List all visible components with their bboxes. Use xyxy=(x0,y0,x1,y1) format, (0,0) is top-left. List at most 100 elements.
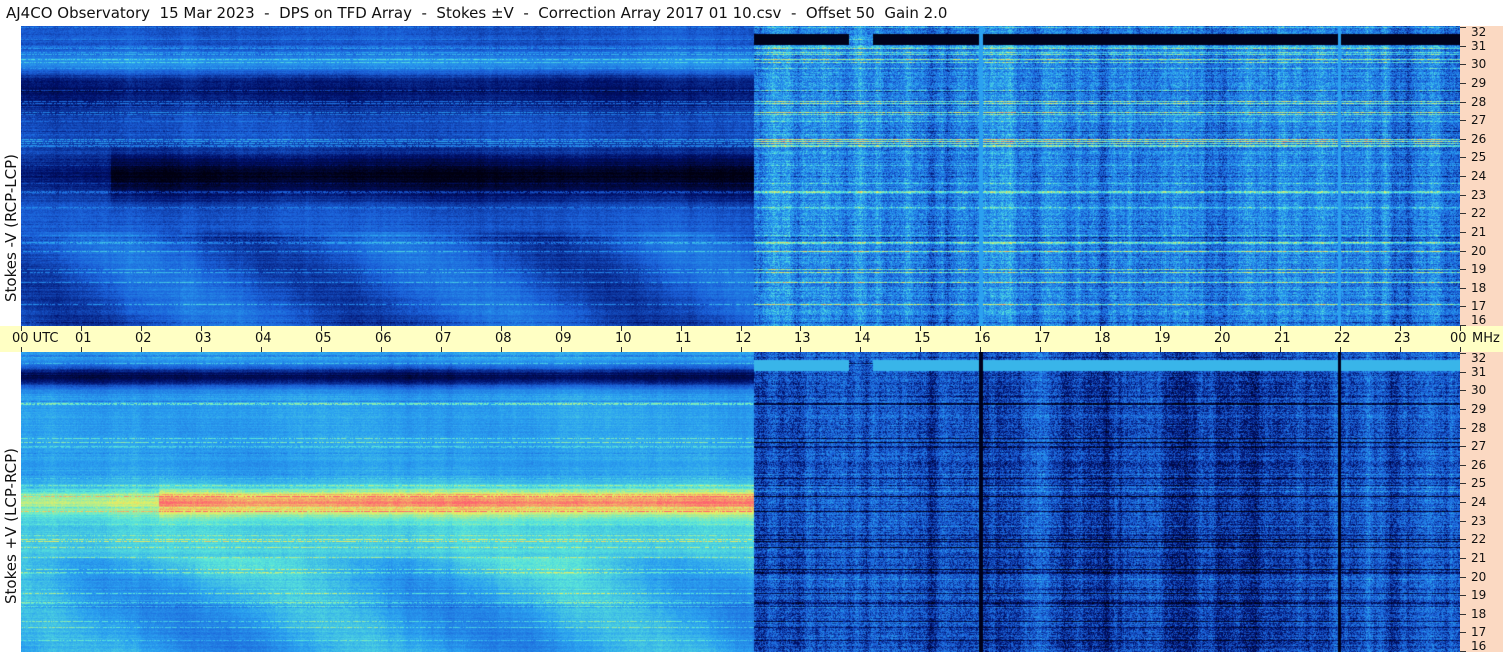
freq-tick-mark xyxy=(1460,176,1466,177)
time-tick-label: 11 xyxy=(675,331,692,346)
freq-tick-mark xyxy=(1460,120,1466,121)
freq-tick-label: 32 xyxy=(1471,351,1487,365)
freq-tick-label: 16 xyxy=(1471,639,1487,653)
top-spectrogram xyxy=(21,26,1460,326)
freq-tick-label: 26 xyxy=(1471,458,1487,472)
freq-tick-label: 26 xyxy=(1471,132,1487,146)
freq-tick-mark xyxy=(1460,139,1466,140)
time-tick-label: 21 xyxy=(1274,331,1291,346)
freq-tick-label: 30 xyxy=(1471,57,1487,71)
freq-tick-label: 22 xyxy=(1471,532,1487,546)
freq-tick-mark xyxy=(1460,465,1466,466)
freq-tick-label: 29 xyxy=(1471,402,1487,416)
time-tick-label: 16 xyxy=(974,331,991,346)
freq-tick-mark xyxy=(1460,46,1466,47)
freq-tick-label: 25 xyxy=(1471,150,1487,164)
freq-tick-label: 19 xyxy=(1471,588,1487,602)
time-tick-label: 02 xyxy=(135,331,152,346)
time-tick-label: 06 xyxy=(375,331,392,346)
freq-tick-label: 17 xyxy=(1471,625,1487,639)
time-tick-label: 00 UTC xyxy=(12,331,59,346)
freq-tick-mark xyxy=(1460,27,1466,28)
freq-tick-mark xyxy=(1460,195,1466,196)
top-frequency-axis: 16 17 18 19 20 21 22 23 24 25 26 27 28 29 30 31 32 xyxy=(1460,26,1503,326)
freq-tick-mark xyxy=(1460,102,1466,103)
freq-tick-label: 25 xyxy=(1471,476,1487,490)
freq-tick-mark xyxy=(1460,251,1466,252)
top-ylabel-strip: Stokes -V (RCP-LCP) xyxy=(0,26,21,326)
chart-title: AJ4CO Observatory 15 Mar 2023 - DPS on T… xyxy=(0,0,1460,26)
freq-tick-mark xyxy=(1460,521,1466,522)
bottom-spectrogram-canvas xyxy=(21,352,1460,652)
freq-tick-mark xyxy=(1460,269,1466,270)
freq-tick-mark xyxy=(1460,306,1466,307)
freq-tick-mark xyxy=(1460,428,1466,429)
freq-tick-label: 23 xyxy=(1471,514,1487,528)
time-tick-label: 14 xyxy=(854,331,871,346)
freq-tick-label: 27 xyxy=(1471,439,1487,453)
time-tick-label: 07 xyxy=(435,331,452,346)
freq-tick-label: 27 xyxy=(1471,113,1487,127)
freq-tick-mark xyxy=(1460,446,1466,447)
freq-tick-mark xyxy=(1460,614,1466,615)
freq-tick-label: 22 xyxy=(1471,206,1487,220)
time-tick-label: 23 xyxy=(1394,331,1411,346)
time-tick-label: 19 xyxy=(1154,331,1171,346)
freq-tick-mark xyxy=(1460,483,1466,484)
time-tick-label: 17 xyxy=(1034,331,1051,346)
freq-tick-label: 21 xyxy=(1471,225,1487,239)
freq-tick-label: 21 xyxy=(1471,551,1487,565)
freq-tick-label: 29 xyxy=(1471,76,1487,90)
time-tick-label: 00 xyxy=(1450,331,1467,346)
time-tick-label: 22 xyxy=(1334,331,1351,346)
freq-tick-label: 18 xyxy=(1471,281,1487,295)
time-tick-label: 09 xyxy=(555,331,572,346)
time-tick-label: 01 xyxy=(75,331,92,346)
freq-tick-mark xyxy=(1460,372,1466,373)
freq-tick-mark xyxy=(1460,64,1466,65)
freq-tick-label: 31 xyxy=(1471,365,1487,379)
bottom-frequency-axis: 16 17 18 19 20 21 22 23 24 25 26 27 28 29 30 31 32 xyxy=(1460,352,1503,652)
freq-tick-mark xyxy=(1460,353,1466,354)
freq-tick-mark xyxy=(1460,83,1466,84)
time-tick-label: 05 xyxy=(315,331,332,346)
freq-tick-label: 20 xyxy=(1471,244,1487,258)
freq-tick-mark xyxy=(1460,502,1466,503)
freq-tick-mark xyxy=(1460,288,1466,289)
freq-tick-mark xyxy=(1460,390,1466,391)
time-tick-label: 04 xyxy=(255,331,272,346)
freq-tick-label: 24 xyxy=(1471,169,1487,183)
freq-tick-mark xyxy=(1460,595,1466,596)
time-tick-label: 08 xyxy=(495,331,512,346)
freq-tick-label: 31 xyxy=(1471,39,1487,53)
freq-tick-mark xyxy=(1460,651,1466,652)
freq-tick-label: 23 xyxy=(1471,188,1487,202)
time-tick-label: 10 xyxy=(615,331,632,346)
time-tick-label: 12 xyxy=(735,331,752,346)
freq-tick-label: 28 xyxy=(1471,95,1487,109)
freq-tick-label: 19 xyxy=(1471,262,1487,276)
top-panel-ylabel: Stokes -V (RCP-LCP) xyxy=(2,154,20,302)
time-tick-label: 20 xyxy=(1214,331,1231,346)
time-tick-label: 03 xyxy=(195,331,212,346)
freq-tick-mark xyxy=(1460,213,1466,214)
freq-tick-label: 17 xyxy=(1471,299,1487,313)
freq-tick-mark xyxy=(1460,157,1466,158)
freq-tick-label: 28 xyxy=(1471,421,1487,435)
time-tick-label: 15 xyxy=(914,331,931,346)
bottom-ylabel-strip: Stokes +V (LCP-RCP) xyxy=(0,352,21,672)
time-axis-unit: MHz xyxy=(1472,331,1500,346)
time-axis: MHz 00 UTC 01 02 03 04 05 06 07 08 09 10 11 12 13 14 15… xyxy=(0,326,1503,352)
freq-tick-label: 16 xyxy=(1471,313,1487,327)
top-spectrogram-canvas xyxy=(21,26,1460,326)
freq-tick-mark xyxy=(1460,577,1466,578)
freq-tick-label: 20 xyxy=(1471,570,1487,584)
freq-tick-label: 30 xyxy=(1471,383,1487,397)
freq-tick-mark xyxy=(1460,232,1466,233)
freq-tick-label: 24 xyxy=(1471,495,1487,509)
bottom-spectrogram xyxy=(21,352,1460,652)
bottom-panel-ylabel: Stokes +V (LCP-RCP) xyxy=(2,448,20,604)
freq-tick-mark xyxy=(1460,539,1466,540)
freq-tick-mark xyxy=(1460,632,1466,633)
time-tick-label: 18 xyxy=(1094,331,1111,346)
